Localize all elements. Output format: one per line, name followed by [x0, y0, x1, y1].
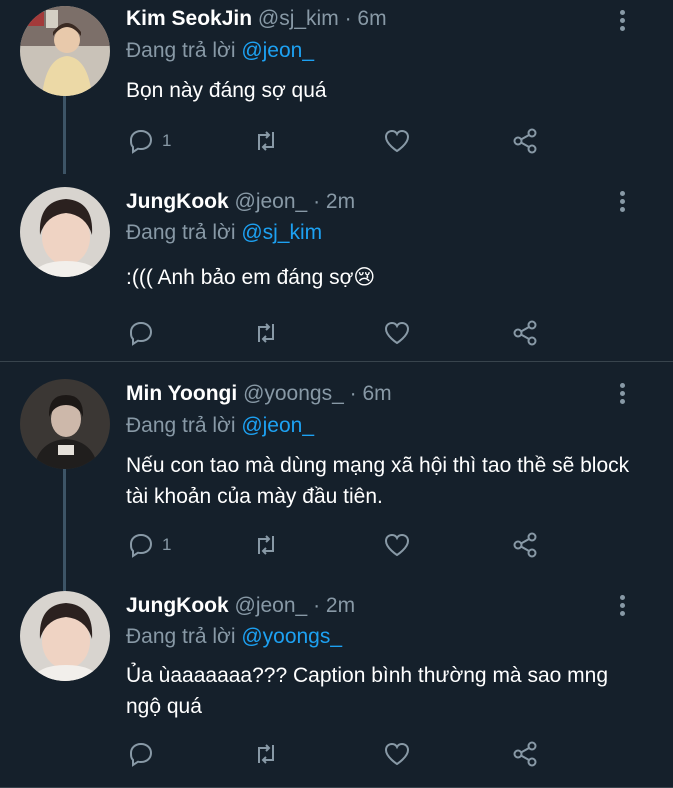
more-options-icon[interactable] [608, 593, 636, 621]
like-button[interactable] [382, 528, 412, 562]
more-options-icon[interactable] [608, 381, 636, 409]
user-handle[interactable]: @sj_kim [258, 7, 339, 30]
thread-line [63, 469, 66, 591]
reply-icon [129, 321, 153, 346]
tweet-text: Bọn này đáng sợ quá [126, 79, 327, 102]
mention-link[interactable]: @jeon_ [241, 39, 314, 62]
display-name[interactable]: JungKook [126, 594, 229, 617]
retweet-button[interactable] [251, 124, 281, 158]
avatar[interactable] [20, 591, 110, 681]
display-name[interactable]: Min Yoongi [126, 382, 237, 405]
timestamp[interactable]: 2m [326, 190, 355, 213]
tweet-actions [126, 316, 556, 350]
tweet-actions [126, 737, 556, 771]
retweet-icon [258, 535, 274, 555]
reply-button[interactable]: 1 [126, 124, 171, 158]
tweet[interactable]: JungKook @jeon_ · 2m Đang trả lời @yoong… [0, 582, 673, 788]
replying-to-label: Đang trả lời [126, 414, 236, 437]
tweet[interactable]: JungKook @jeon_ · 2m Đang trả lời @sj_ki… [0, 170, 673, 361]
separator-dot: · [344, 7, 352, 30]
share-button[interactable] [510, 316, 540, 350]
display-name[interactable]: Kim SeokJin [126, 7, 252, 30]
share-button[interactable] [510, 124, 540, 158]
avatar[interactable] [20, 187, 110, 277]
retweet-icon [258, 323, 274, 343]
more-options-icon[interactable] [608, 189, 636, 217]
retweet-button[interactable] [251, 316, 281, 350]
timestamp[interactable]: 2m [326, 594, 355, 617]
share-icon [513, 128, 537, 154]
separator-dot: · [313, 594, 321, 617]
heart-icon [384, 129, 410, 153]
timestamp[interactable]: 6m [357, 7, 386, 30]
heart-icon [384, 533, 410, 557]
like-button[interactable] [382, 124, 412, 158]
reply-count: 1 [162, 131, 172, 150]
tweet-text: :((( Anh bảo em đáng sợ😢 [126, 266, 376, 289]
share-icon [513, 320, 537, 346]
tweet[interactable]: Min Yoongi @yoongs_ · 6m Đang trả lời @j… [0, 362, 673, 591]
tweet-actions: 1 [126, 528, 556, 562]
share-button[interactable] [510, 737, 540, 771]
reply-icon [129, 533, 153, 558]
heart-icon [384, 742, 410, 766]
heart-icon [384, 321, 410, 345]
user-handle[interactable]: @jeon_ [235, 594, 308, 617]
tweet-text: Ủa ùaaaaaaa??? Caption bình thường mà sa… [126, 664, 608, 718]
mention-link[interactable]: @sj_kim [241, 221, 322, 244]
like-button[interactable] [382, 737, 412, 771]
tweet[interactable]: Kim SeokJin @sj_kim · 6m Đang trả lời @j… [0, 0, 673, 174]
retweet-button[interactable] [251, 737, 281, 771]
reply-button[interactable] [126, 316, 162, 350]
user-handle[interactable]: @yoongs_ [243, 382, 344, 405]
mention-link[interactable]: @jeon_ [241, 414, 314, 437]
mention-link[interactable]: @yoongs_ [241, 625, 342, 648]
share-icon [513, 741, 537, 767]
reply-icon [129, 129, 153, 154]
reply-icon [129, 742, 153, 767]
timestamp[interactable]: 6m [362, 382, 391, 405]
tweet-text: Nếu con tao mà dùng mạng xã hội thì tao … [126, 454, 630, 508]
retweet-icon [258, 744, 274, 764]
separator-dot: · [313, 190, 321, 213]
reply-count: 1 [162, 535, 172, 554]
reply-button[interactable]: 1 [126, 528, 171, 562]
share-button[interactable] [510, 528, 540, 562]
display-name[interactable]: JungKook [126, 190, 229, 213]
tweet-actions: 1 [126, 124, 556, 158]
retweet-icon [258, 131, 274, 151]
share-icon [513, 532, 537, 558]
replying-to-label: Đang trả lời [126, 625, 236, 648]
avatar[interactable] [20, 6, 110, 96]
replying-to-label: Đang trả lời [126, 39, 236, 62]
thread-line [63, 96, 66, 174]
retweet-button[interactable] [251, 528, 281, 562]
reply-button[interactable] [126, 737, 162, 771]
separator-dot: · [349, 382, 357, 405]
avatar[interactable] [20, 379, 110, 469]
more-options-icon[interactable] [608, 8, 636, 36]
replying-to-label: Đang trả lời [126, 221, 236, 244]
like-button[interactable] [382, 316, 412, 350]
user-handle[interactable]: @jeon_ [235, 190, 308, 213]
